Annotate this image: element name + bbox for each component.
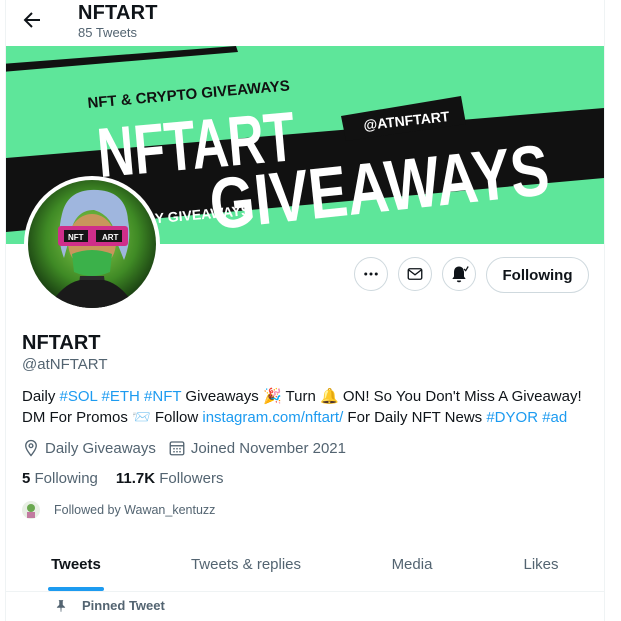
bell-icon xyxy=(452,265,469,283)
svg-text:NFT: NFT xyxy=(68,233,84,242)
notifications-button[interactable] xyxy=(442,257,476,291)
tweet-count: 85 Tweets xyxy=(78,25,138,40)
tab-tweets-replies[interactable]: Tweets & replies xyxy=(146,538,346,591)
svg-text:ART: ART xyxy=(102,233,119,242)
followed-by-text: Followed by Wawan_kentuzz xyxy=(54,503,216,517)
back-button[interactable] xyxy=(20,8,44,32)
arrow-left-icon xyxy=(23,12,40,28)
follow-stats: 5 Following 11.7K Followers xyxy=(22,470,241,487)
top-bar: NFTART 85 Tweets xyxy=(6,0,604,46)
instagram-link[interactable]: instagram.com/nftart/ xyxy=(202,409,343,426)
tab-likes[interactable]: Likes xyxy=(478,538,604,591)
bio-text: Daily xyxy=(22,388,60,405)
followed-by[interactable]: Followed by Wawan_kentuzz xyxy=(22,501,215,519)
profile-name: NFTART xyxy=(22,332,101,354)
tab-tweets[interactable]: Tweets xyxy=(6,538,146,591)
more-button[interactable] xyxy=(354,257,388,291)
profile-meta: Daily Giveaways Joined November 2021 xyxy=(22,439,358,457)
following-link[interactable]: 5 Following xyxy=(22,470,98,487)
location: Daily Giveaways xyxy=(22,439,156,457)
follower-avatar xyxy=(22,501,40,519)
page-title: NFTART xyxy=(78,2,158,24)
calendar-icon xyxy=(169,441,185,456)
hashtag-sol[interactable]: #SOL xyxy=(60,388,98,405)
hashtag-nft[interactable]: #NFT xyxy=(144,388,181,405)
pinned-tweet-label: Pinned Tweet xyxy=(54,598,165,613)
tab-media[interactable]: Media xyxy=(346,538,478,591)
location-pin-icon xyxy=(25,439,37,457)
profile-avatar[interactable]: NFT ART xyxy=(24,176,160,312)
more-icon xyxy=(364,272,378,276)
location-text: Daily Giveaways xyxy=(45,439,156,457)
message-button[interactable] xyxy=(398,257,432,291)
active-tab-indicator xyxy=(48,587,104,591)
hashtag-ad[interactable]: #ad xyxy=(542,409,567,426)
pin-icon xyxy=(56,599,66,612)
profile-column: NFTART 85 Tweets NFT & CRYPTO GIVEAWAYS … xyxy=(5,0,605,621)
avatar-image: NFT ART xyxy=(28,180,156,308)
hashtag-dyor[interactable]: #DYOR xyxy=(486,409,538,426)
profile-bio: Daily #SOL #ETH #NFT Giveaways 🎉 Turn 🔔 … xyxy=(22,386,597,428)
profile-tabs: Tweets Tweets & replies Media Likes xyxy=(6,538,604,592)
hashtag-eth[interactable]: #ETH xyxy=(102,388,140,405)
join-date-text: Joined November 2021 xyxy=(190,439,346,457)
followers-link[interactable]: 11.7K Followers xyxy=(116,470,224,487)
envelope-icon xyxy=(407,268,423,280)
profile-handle: @atNFTART xyxy=(22,356,108,373)
join-date: Joined November 2021 xyxy=(168,439,346,457)
bio-text: For Daily NFT News xyxy=(343,409,487,426)
following-button[interactable]: Following xyxy=(486,257,589,293)
